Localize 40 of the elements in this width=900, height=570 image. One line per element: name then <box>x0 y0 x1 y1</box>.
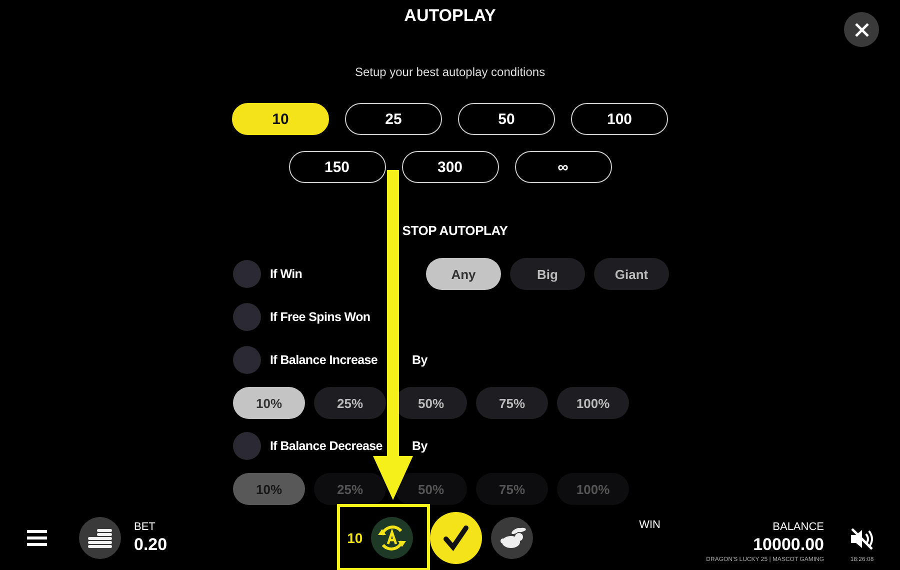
spin-count-option[interactable]: 10 <box>232 103 329 135</box>
sound-muted-icon[interactable] <box>849 526 875 550</box>
dialog-title: AUTOPLAY <box>404 6 496 26</box>
section-heading: STOP AUTOPLAY <box>402 223 508 238</box>
spin-count-option[interactable]: 150 <box>288 151 386 183</box>
win-size-option[interactable]: Any <box>426 258 501 290</box>
confirm-button[interactable] <box>430 512 482 564</box>
condition-label: If Free Spins Won <box>270 310 370 324</box>
spin-count-option[interactable]: 300 <box>402 151 498 183</box>
win-label: WIN <box>639 519 660 531</box>
autoplay-count: 10 <box>347 530 363 546</box>
spin-count-option[interactable]: 100 <box>571 103 668 135</box>
toggle[interactable] <box>233 346 261 374</box>
balance-label: BALANCE <box>772 520 824 532</box>
win-size-option[interactable]: Giant <box>594 258 669 290</box>
win-size-option[interactable]: Big <box>510 258 585 290</box>
coins-icon[interactable] <box>79 516 121 558</box>
percent-option[interactable]: 75% <box>476 387 548 419</box>
condition-label: If Win <box>270 267 302 281</box>
close-button[interactable] <box>844 12 879 47</box>
bet-label: BET <box>134 520 156 532</box>
toggle[interactable] <box>233 303 261 331</box>
close-icon[interactable] <box>854 22 868 36</box>
toggle[interactable] <box>233 432 261 460</box>
percent-option[interactable]: 25% <box>314 387 386 419</box>
autoplay-icon[interactable] <box>370 516 413 558</box>
condition-label-end: By <box>412 353 428 367</box>
subtitle: Setup your best autoplay conditions <box>354 65 546 79</box>
balance-value: 10000.00 <box>753 534 824 554</box>
percent-option[interactable]: 100% <box>557 387 629 419</box>
spin-count-option[interactable]: 50 <box>458 103 555 135</box>
spin-count-option[interactable]: 25 <box>345 103 442 135</box>
bet-value: 0.20 <box>134 534 168 554</box>
condition-label: If Balance Decrease <box>270 439 382 453</box>
condition-label-end: By <box>412 439 428 453</box>
menu-icon[interactable] <box>27 530 47 546</box>
condition-label: If Balance Increase <box>270 353 378 367</box>
spin-count-option[interactable]: ∞ <box>514 151 612 183</box>
percent-option[interactable]: 10% <box>233 387 305 419</box>
toggle[interactable] <box>233 260 261 288</box>
